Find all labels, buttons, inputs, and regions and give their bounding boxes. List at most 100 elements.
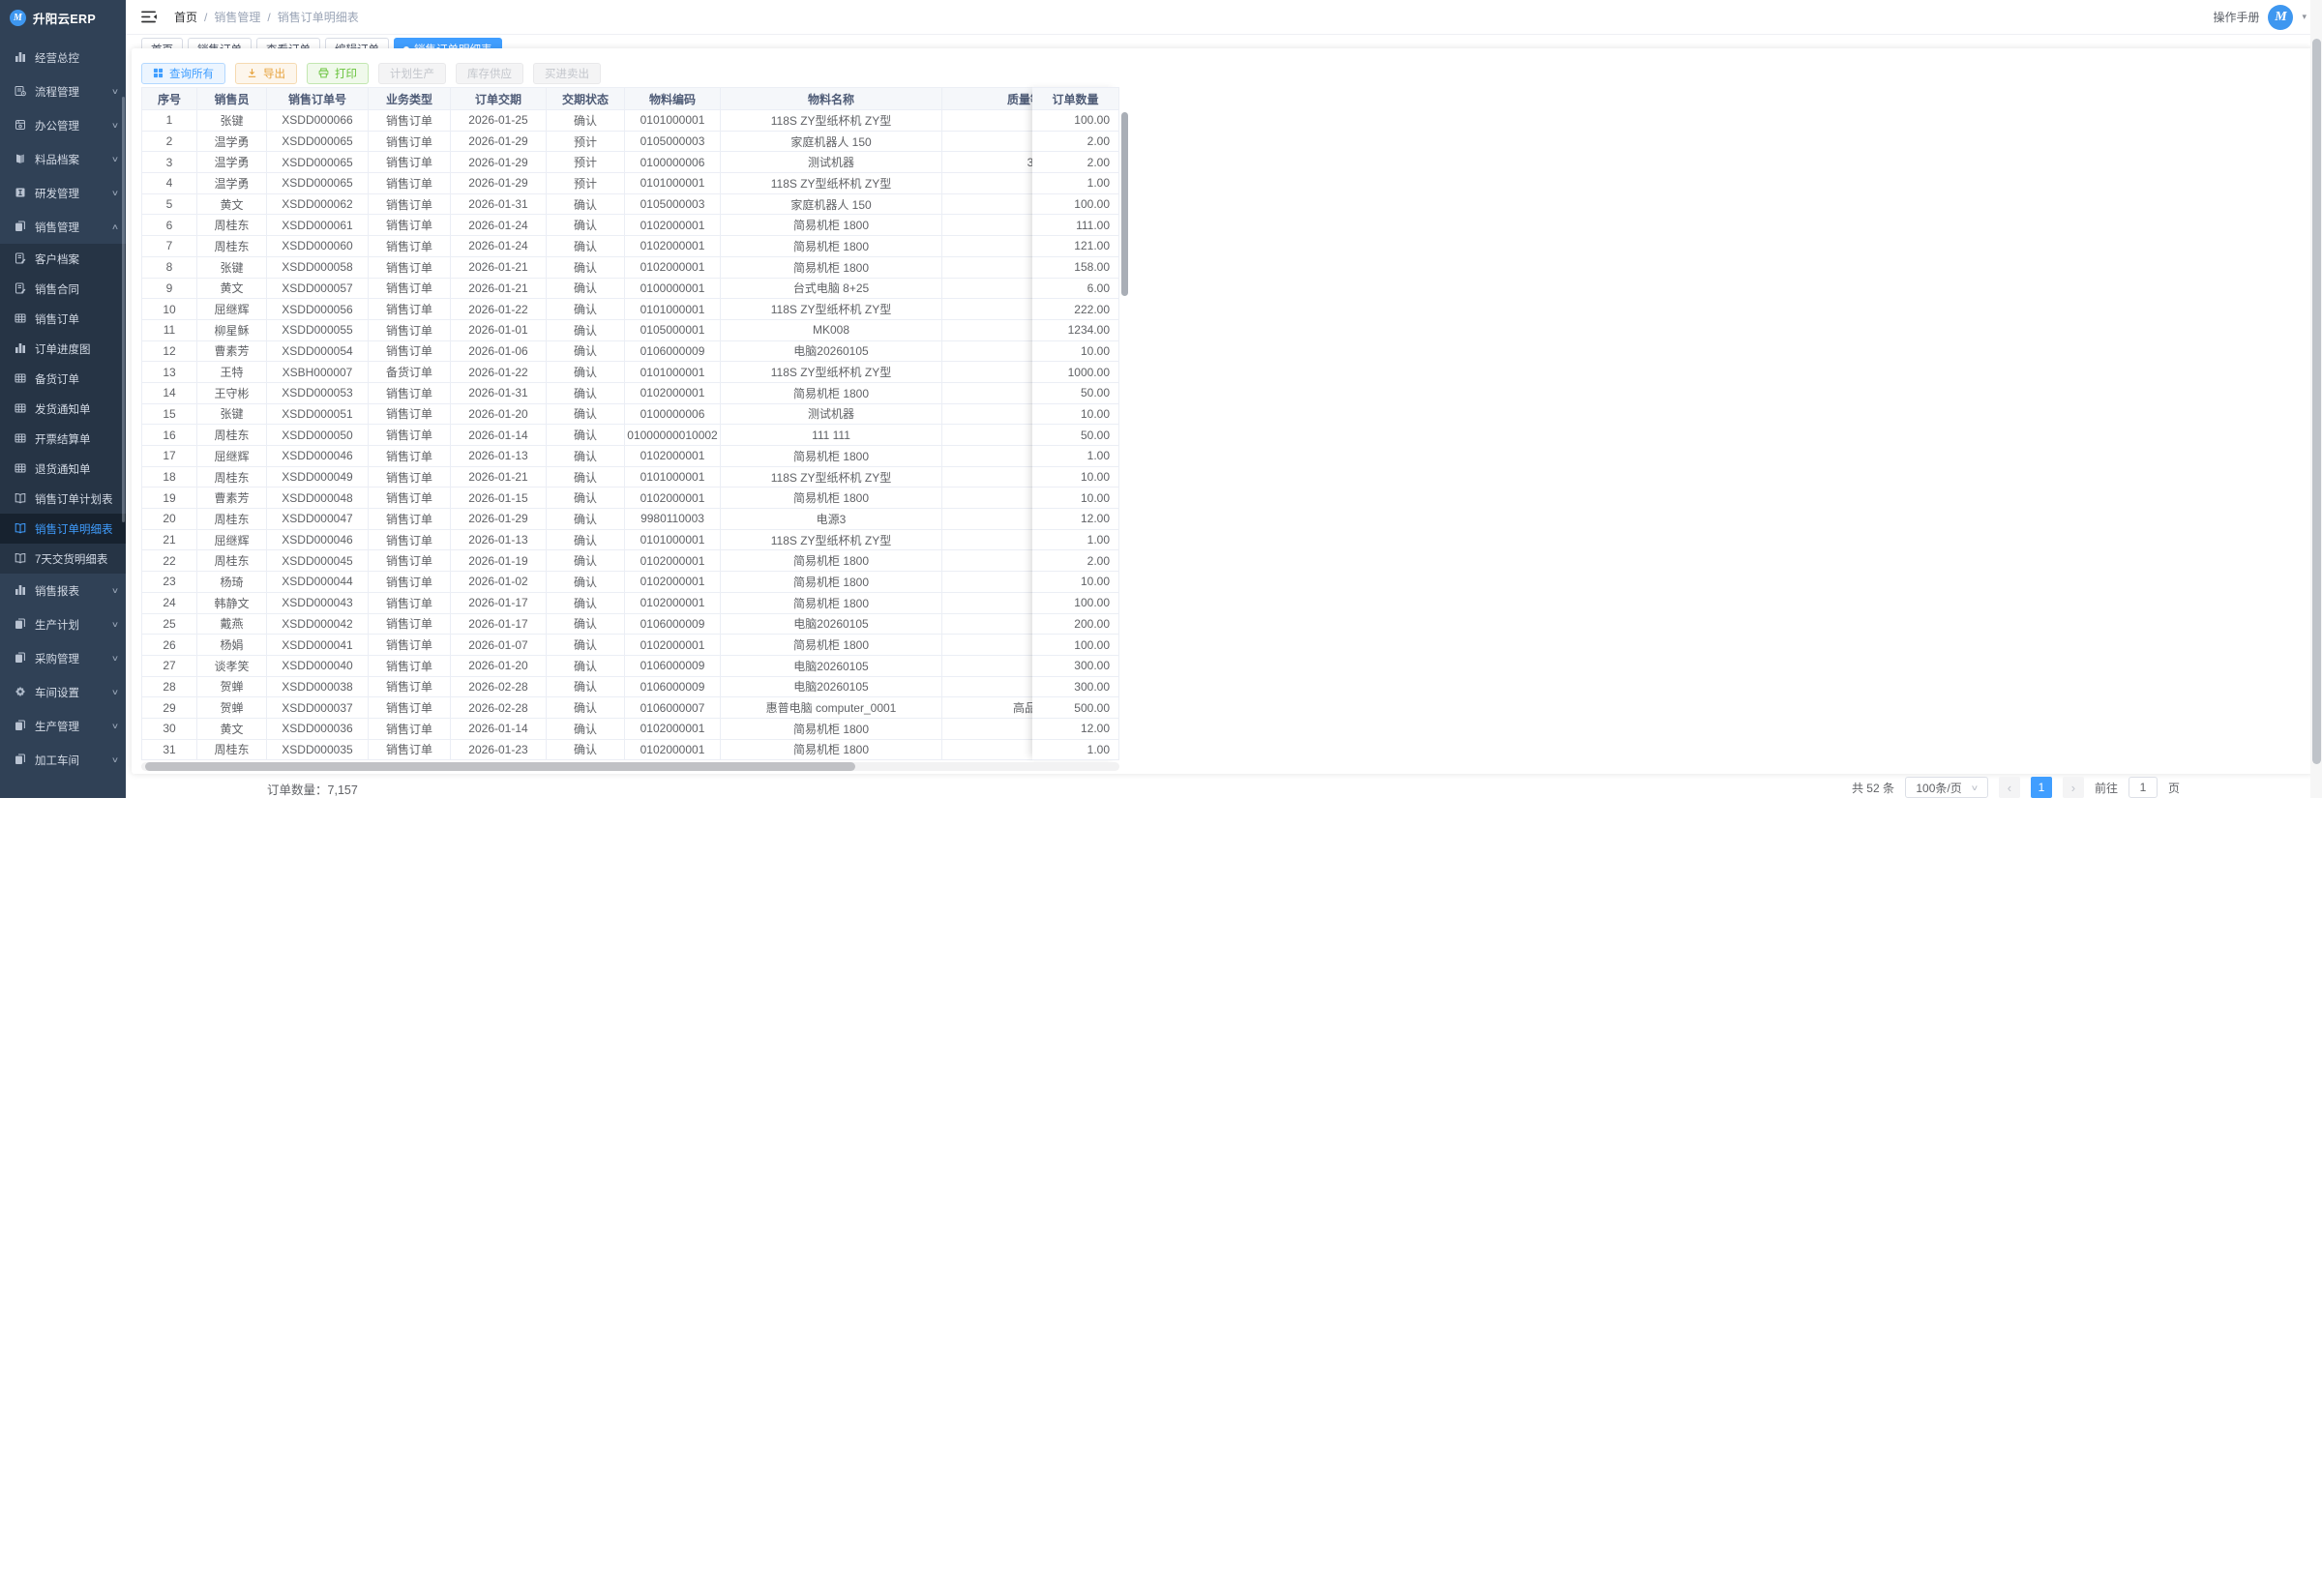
sidebar-item-customer-files[interactable]: 客户档案 xyxy=(0,244,126,274)
table-row[interactable]: 18周桂东XSDD000049销售订单2026-01-21确认010100000… xyxy=(141,467,1119,488)
table-row[interactable]: 30黄文XSDD000036销售订单2026-01-14确认0102000001… xyxy=(141,719,1119,740)
table-cell: 简易机柜 1800 xyxy=(721,236,942,257)
table-cell: 2026-01-29 xyxy=(451,132,547,153)
table-horizontal-scrollbar-thumb[interactable] xyxy=(145,762,855,771)
table-cell: 15 xyxy=(141,404,197,426)
table-row[interactable]: 31周桂东XSDD000035销售订单2026-01-23确认010200000… xyxy=(141,740,1119,761)
avatar[interactable]: M xyxy=(2268,5,2293,30)
prev-page-button[interactable]: ‹ xyxy=(1999,777,2020,798)
breadcrumb-home[interactable]: 首页 xyxy=(174,9,197,25)
table-row[interactable]: 28贺蝉XSDD000038销售订单2026-02-28确认0106000009… xyxy=(141,677,1119,698)
tab-home[interactable]: 首页 xyxy=(141,38,183,48)
sidebar-item-office-mgmt[interactable]: 办公管理∨ xyxy=(0,108,126,142)
goto-page-input[interactable] xyxy=(2128,777,2158,798)
sidebar-item-material-files[interactable]: 料品档案∨ xyxy=(0,142,126,176)
tab-sales-order[interactable]: 销售订单 xyxy=(188,38,252,48)
table-row[interactable]: 9黄文XSDD000057销售订单2026-01-21确认0100000001台… xyxy=(141,279,1119,300)
table-row[interactable]: 2温学勇XSDD000065销售订单2026-01-29预计0105000003… xyxy=(141,132,1119,153)
table-row[interactable]: 24韩静文XSDD000043销售订单2026-01-17确认010200000… xyxy=(141,593,1119,614)
buy-sell-button[interactable]: 买进卖出 xyxy=(533,63,601,84)
sidebar-item-order-progress[interactable]: 订单进度图 xyxy=(0,334,126,364)
sidebar-item-sales-report[interactable]: 销售报表∨ xyxy=(0,574,126,607)
table-row[interactable]: 11柳星稣XSDD000055销售订单2026-01-01确认010500000… xyxy=(141,320,1119,341)
table-row[interactable]: 7周桂东XSDD000060销售订单2026-01-24确认0102000001… xyxy=(141,236,1119,257)
table-row[interactable]: 10屈继辉XSDD000056销售订单2026-01-22确认010100000… xyxy=(141,299,1119,320)
table-horizontal-scrollbar-track[interactable] xyxy=(141,762,1119,771)
current-page-button[interactable]: 1 xyxy=(2031,777,2052,798)
sidebar-item-shipping-notice[interactable]: 发货通知单 xyxy=(0,394,126,424)
office-icon xyxy=(15,119,27,132)
sidebar-item-sales-order-plan[interactable]: 销售订单计划表 xyxy=(0,484,126,514)
table-row[interactable]: 15张键XSDD000051销售订单2026-01-20确认0100000006… xyxy=(141,404,1119,426)
table-cell: XSDD000053 xyxy=(267,383,369,404)
table-row[interactable]: 25戴燕XSDD000042销售订单2026-01-17确认0106000009… xyxy=(141,614,1119,635)
sidebar-item-invoice-settlement[interactable]: 开票结算单 xyxy=(0,424,126,454)
chevron-down-icon: ∨ xyxy=(111,654,119,663)
sidebar-collapse-icon[interactable] xyxy=(141,11,157,23)
sidebar-item-rd-mgmt[interactable]: 研发管理∨ xyxy=(0,176,126,210)
table-row[interactable]: 21屈继辉XSDD000046销售订单2026-01-13确认010100000… xyxy=(141,530,1119,551)
tab-sales-order-detail[interactable]: 销售订单明细表 xyxy=(394,38,502,48)
table-row[interactable]: 26杨娟XSDD000041销售订单2026-01-07确认0102000001… xyxy=(141,635,1119,656)
table-cell: 销售订单 xyxy=(369,425,451,446)
table-cell: XSBH000007 xyxy=(267,362,369,383)
tab-edit-order[interactable]: 编辑订单 xyxy=(325,38,389,48)
table-row[interactable]: 6周桂东XSDD000061销售订单2026-01-24确认0102000001… xyxy=(141,215,1119,236)
sidebar-scrollbar[interactable] xyxy=(122,97,125,522)
sidebar-item-7day-delivery[interactable]: 7天交货明细表 xyxy=(0,544,126,574)
table-cell: 2026-01-13 xyxy=(451,446,547,467)
sidebar-item-processing-workshop[interactable]: 加工车间∨ xyxy=(0,743,126,777)
sidebar-item-sales-contract[interactable]: 销售合同 xyxy=(0,274,126,304)
sidebar-item-stock-order[interactable]: 备货订单 xyxy=(0,364,126,394)
table-row[interactable]: 12曹素芳XSDD000054销售订单2026-01-06确认010600000… xyxy=(141,341,1119,363)
sidebar-item-process-mgmt[interactable]: 流程管理∨ xyxy=(0,74,126,108)
table-cell: 销售订单 xyxy=(369,697,451,719)
table-row[interactable]: 16周桂东XSDD000050销售订单2026-01-14确认010000000… xyxy=(141,425,1119,446)
table-row[interactable]: 27谈孝笑XSDD000040销售订单2026-01-20确认010600000… xyxy=(141,656,1119,677)
export-button[interactable]: 导出 xyxy=(235,63,297,84)
qty-cell: 100.00 xyxy=(1032,635,1119,656)
sidebar-item-return-notice[interactable]: 退货通知单 xyxy=(0,454,126,484)
table-row[interactable]: 8张键XSDD000058销售订单2026-01-21确认0102000001简… xyxy=(141,257,1119,279)
sidebar-item-production-plan[interactable]: 生产计划∨ xyxy=(0,607,126,641)
breadcrumb-sales-mgmt[interactable]: 销售管理 xyxy=(214,9,260,25)
sidebar-item-sales-order-detail[interactable]: 销售订单明细表 xyxy=(0,514,126,544)
table-row[interactable]: 3温学勇XSDD000065销售订单2026-01-29预计0100000006… xyxy=(141,152,1119,173)
sidebar-item-workshop-settings[interactable]: 车间设置∨ xyxy=(0,675,126,709)
table-row[interactable]: 22周桂东XSDD000045销售订单2026-01-19确认010200000… xyxy=(141,550,1119,572)
tab-view-order[interactable]: 查看订单 xyxy=(256,38,320,48)
table-row[interactable]: 17屈继辉XSDD000046销售订单2026-01-13确认010200000… xyxy=(141,446,1119,467)
table-cell: 0101000001 xyxy=(625,467,721,488)
manual-link[interactable]: 操作手册 xyxy=(2213,9,2259,25)
next-page-button[interactable]: › xyxy=(2063,777,2084,798)
table-row[interactable]: 29贺蝉XSDD000037销售订单2026-02-28确认0106000007… xyxy=(141,697,1119,719)
table-row[interactable]: 4温学勇XSDD000065销售订单2026-01-29预计0101000001… xyxy=(141,173,1119,194)
sidebar-item-sales-order[interactable]: 销售订单 xyxy=(0,304,126,334)
table-vertical-scrollbar[interactable] xyxy=(1121,112,1128,296)
chevron-down-icon[interactable]: ▾ xyxy=(2302,12,2307,22)
sidebar-item-purchase-mgmt[interactable]: 采购管理∨ xyxy=(0,641,126,675)
print-button[interactable]: 打印 xyxy=(307,63,369,84)
table-row[interactable]: 19曹素芳XSDD000048销售订单2026-01-15确认010200000… xyxy=(141,488,1119,509)
table-row[interactable]: 1张键XSDD000066销售订单2026-01-25确认01010000011… xyxy=(141,110,1119,132)
page-scrollbar-thumb[interactable] xyxy=(2312,39,2321,764)
query-all-button[interactable]: 查询所有 xyxy=(141,63,225,84)
table-cell: 2026-01-14 xyxy=(451,719,547,740)
plan-production-button[interactable]: 计划生产 xyxy=(378,63,446,84)
table-row[interactable]: 14王守彬XSDD000053销售订单2026-01-31确认010200000… xyxy=(141,383,1119,404)
table-row[interactable]: 20周桂东XSDD000047销售订单2026-01-29确认998011000… xyxy=(141,509,1119,530)
table-cell: 家庭机器人 150 xyxy=(721,194,942,216)
sidebar-item-production-mgmt[interactable]: 生产管理∨ xyxy=(0,709,126,743)
grid-icon xyxy=(15,402,27,415)
tab-label: 编辑订单 xyxy=(335,42,379,48)
table-row[interactable]: 5黄文XSDD000062销售订单2026-01-31确认0105000003家… xyxy=(141,194,1119,216)
table-row[interactable]: 23杨琦XSDD000044销售订单2026-01-02确认0102000001… xyxy=(141,572,1119,593)
sidebar-item-sales-mgmt[interactable]: 销售管理∧ xyxy=(0,210,126,244)
table-cell: 简易机柜 1800 xyxy=(721,719,942,740)
table-row[interactable]: 13王特XSBH000007备货订单2026-01-22确认0101000001… xyxy=(141,362,1119,383)
stock-supply-button[interactable]: 库存供应 xyxy=(456,63,523,84)
page-scrollbar-track[interactable] xyxy=(2310,0,2322,798)
page-size-select[interactable]: 100条/页 ∨ xyxy=(1905,777,1988,798)
sidebar-item-business-overview[interactable]: 经营总控 xyxy=(0,41,126,74)
table-cell: 2026-02-28 xyxy=(451,677,547,698)
